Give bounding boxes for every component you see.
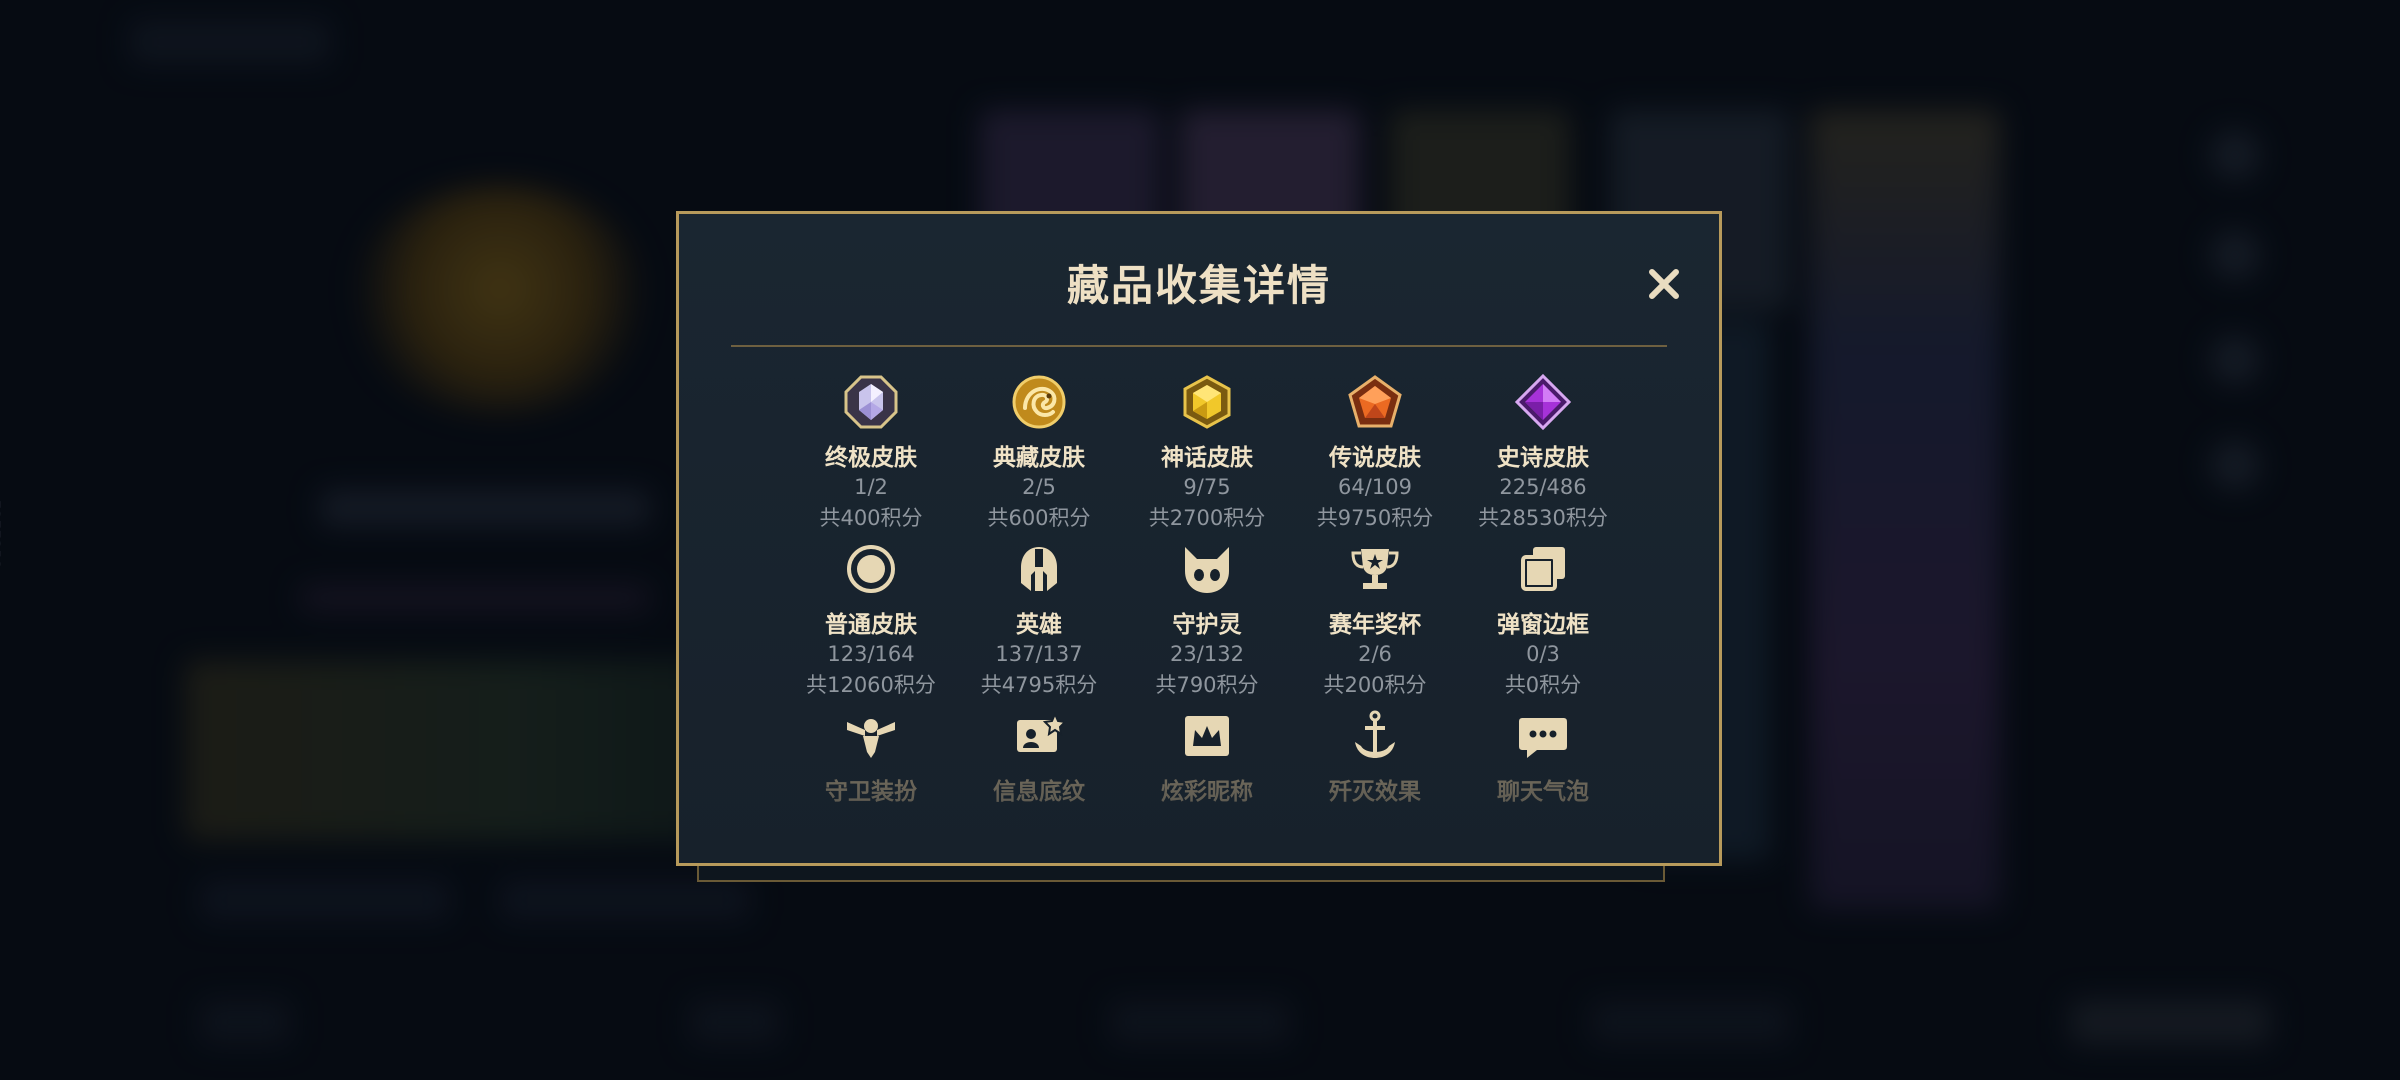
collection-item-points: 共200积分	[1323, 673, 1427, 697]
collection-item-points: 共0积分	[1504, 673, 1582, 697]
ward-skin-icon	[847, 719, 895, 758]
collection-item-info-banner[interactable]: 信息底纹	[955, 708, 1123, 806]
prestige-dragon-icon	[1012, 375, 1066, 429]
collection-item-count: 137/137	[995, 642, 1083, 666]
finisher-effect-icon	[1355, 710, 1395, 758]
collection-item-count: 2/6	[1358, 642, 1392, 666]
title-divider	[731, 345, 1667, 347]
collection-item-points: 共9750积分	[1316, 506, 1434, 530]
collection-item-label: 史诗皮肤	[1497, 445, 1589, 471]
collection-item-label: 弹窗边框	[1497, 612, 1589, 638]
collection-item-label: 信息底纹	[993, 779, 1085, 805]
collection-item-label: 歼灭效果	[1329, 779, 1421, 805]
champion-helmet-icon	[1021, 547, 1057, 591]
collection-item-label: 聊天气泡	[1497, 779, 1589, 805]
collection-item-popup-frame[interactable]: 弹窗边框 0/3 共0积分	[1459, 541, 1627, 699]
collection-grid: 终极皮肤 1/2 共400积分 典藏皮肤 2/5 共600积分 神话皮肤 9/7…	[787, 374, 1627, 844]
collection-item-epic-skin[interactable]: 史诗皮肤 225/486 共28530积分	[1459, 374, 1627, 532]
collection-item-label: 炫彩昵称	[1161, 779, 1253, 805]
collection-item-colorful-nickname[interactable]: 炫彩昵称	[1123, 708, 1291, 806]
standard-skin-ring-icon	[847, 545, 895, 593]
collection-item-champion[interactable]: 英雄 137/137 共4795积分	[955, 541, 1123, 699]
collection-item-finisher-effect[interactable]: 歼灭效果	[1291, 708, 1459, 806]
dialog-title: 藏品收集详情	[1066, 261, 1331, 310]
ultimate-skin-gem-icon	[844, 375, 898, 429]
collection-item-label: 普通皮肤	[825, 612, 917, 638]
collection-item-points: 共12060积分	[806, 673, 936, 697]
collection-item-label: 守护灵	[1172, 612, 1242, 638]
collection-item-guardian[interactable]: 守护灵 23/132 共790积分	[1123, 541, 1291, 699]
collection-item-label: 传说皮肤	[1329, 445, 1421, 471]
collection-item-label: 英雄	[1016, 612, 1062, 638]
guardian-spirit-icon	[1185, 547, 1229, 593]
collection-item-label: 守卫装扮	[825, 779, 917, 805]
close-button[interactable]	[1639, 259, 1689, 309]
collection-item-points: 共400积分	[819, 506, 923, 530]
collection-item-count: 1/2	[854, 475, 888, 499]
collection-item-points: 共790积分	[1155, 673, 1259, 697]
collection-item-points: 共4795积分	[980, 673, 1098, 697]
collection-item-count: 123/164	[827, 642, 915, 666]
collection-item-count: 225/486	[1499, 475, 1587, 499]
collection-item-count: 0/3	[1526, 642, 1560, 666]
season-trophy-icon	[1351, 549, 1399, 589]
collection-item-points: 共600积分	[987, 506, 1091, 530]
collection-details-dialog: 藏品收集详情 终极皮肤 1/2 共400积分 典藏皮肤 2/5 共600积分 神…	[676, 211, 1722, 866]
epic-gem-icon	[1515, 374, 1571, 430]
collection-item-label: 赛年奖杯	[1329, 612, 1421, 638]
collection-item-label: 终极皮肤	[825, 445, 917, 471]
collection-item-count: 2/5	[1022, 475, 1056, 499]
collection-item-points: 共2700积分	[1148, 506, 1266, 530]
collection-item-ward-skin[interactable]: 守卫装扮	[787, 708, 955, 806]
collection-item-prestige-skin[interactable]: 典藏皮肤 2/5 共600积分	[955, 374, 1123, 532]
collection-item-count: 64/109	[1338, 475, 1412, 499]
close-icon	[1649, 269, 1679, 299]
collection-item-chat-bubble[interactable]: 聊天气泡	[1459, 708, 1627, 806]
collection-item-legendary-skin[interactable]: 传说皮肤 64/109 共9750积分	[1291, 374, 1459, 532]
collection-item-label: 典藏皮肤	[993, 445, 1085, 471]
collection-item-count: 9/75	[1183, 475, 1231, 499]
info-banner-icon	[1017, 711, 1067, 752]
collection-item-label: 神话皮肤	[1161, 445, 1253, 471]
legendary-gem-icon	[1348, 375, 1402, 428]
collection-item-season-trophy[interactable]: 赛年奖杯 2/6 共200积分	[1291, 541, 1459, 699]
collection-item-ultimate-skin[interactable]: 终极皮肤 1/2 共400积分	[787, 374, 955, 532]
collection-item-mythic-skin[interactable]: 神话皮肤 9/75 共2700积分	[1123, 374, 1291, 532]
collection-item-standard-skin[interactable]: 普通皮肤 123/164 共12060积分	[787, 541, 955, 699]
chat-bubble-icon	[1519, 718, 1567, 758]
collection-item-count: 23/132	[1170, 642, 1244, 666]
popup-frame-icon	[1521, 547, 1565, 591]
colorful-nickname-icon	[1185, 716, 1229, 756]
collection-item-points: 共28530积分	[1478, 506, 1608, 530]
mythic-gem-icon	[1183, 375, 1231, 429]
